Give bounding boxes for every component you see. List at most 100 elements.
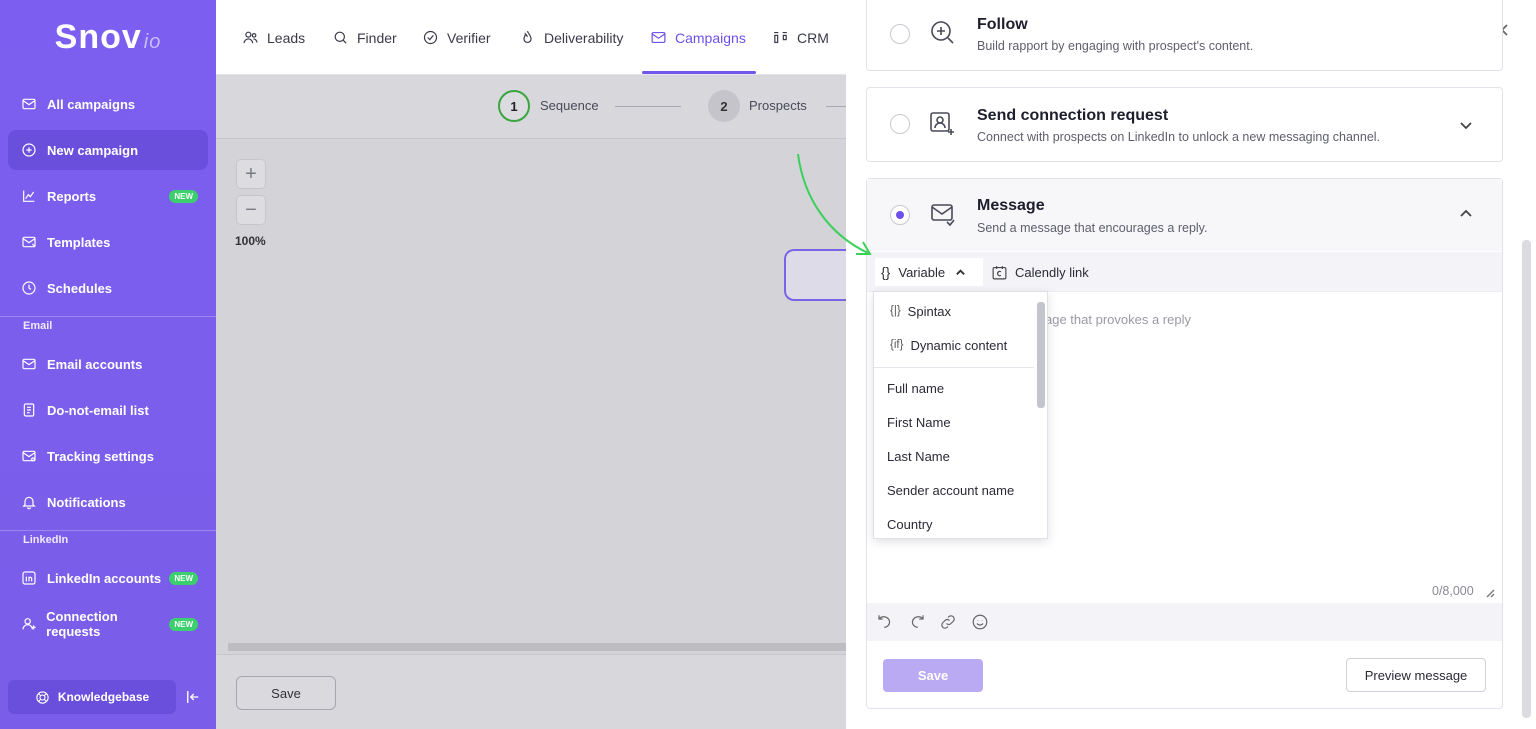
chevron-up-icon[interactable] [1459, 207, 1473, 221]
zoom-out-button[interactable]: − [236, 195, 266, 225]
dropdown-item-spintax[interactable]: {|} Spintax [874, 296, 1034, 326]
chevron-down-icon[interactable] [1459, 118, 1473, 132]
sidebar-item-label: Notifications [47, 494, 126, 510]
linkedin-icon [20, 569, 38, 587]
connection-title: Send connection request [977, 107, 1169, 124]
sidebar-item-email-accounts[interactable]: Email accounts [8, 344, 208, 384]
user-plus-icon [20, 615, 37, 633]
app-logo[interactable]: Snov io [0, 0, 216, 75]
preview-message-button[interactable]: Preview message [1346, 658, 1486, 692]
save-step-button[interactable]: Save [883, 659, 983, 692]
redo-icon[interactable] [908, 613, 926, 631]
user-card-plus-icon [928, 110, 956, 138]
nav-campaigns[interactable]: Campaigns [650, 0, 746, 75]
dropdown-scrollbar[interactable] [1037, 302, 1045, 408]
message-input-placeholder[interactable]: age that provokes a reply [1045, 312, 1191, 327]
dropdown-item-country[interactable]: Country [874, 509, 1034, 538]
variable-button[interactable]: {} Variable [875, 258, 983, 286]
dropdown-item-full-name[interactable]: Full name [874, 373, 1034, 403]
template-icon [20, 233, 38, 251]
resize-handle-icon[interactable] [1485, 586, 1495, 598]
list-icon [20, 401, 38, 419]
users-icon [243, 31, 258, 44]
nav-leads[interactable]: Leads [242, 0, 305, 75]
emoji-icon[interactable] [971, 613, 989, 631]
sidebar-item-label: Do-not-email list [47, 402, 149, 418]
knowledgebase-button[interactable]: Knowledgebase [8, 680, 176, 714]
action-card-connection-request[interactable] [866, 87, 1503, 162]
calendar-icon [992, 265, 1007, 279]
horizontal-scrollbar[interactable] [228, 643, 856, 651]
sidebar-item-schedules[interactable]: Schedules [8, 268, 208, 308]
sidebar-item-new-campaign[interactable]: New campaign [8, 130, 208, 170]
follow-title: Follow [977, 16, 1028, 33]
message-radio[interactable] [890, 205, 910, 225]
search-icon [334, 31, 347, 44]
collapse-sidebar-icon[interactable] [184, 688, 202, 706]
sidebar-item-label: Schedules [47, 280, 113, 296]
chevron-up-icon [956, 268, 965, 275]
sidebar-item-label: Connection requests [46, 609, 118, 639]
canvas-save-button[interactable]: Save [236, 676, 336, 710]
annotation-arrow [797, 153, 872, 255]
sidebar-section-linkedin: LinkedIn [23, 534, 69, 546]
calendly-label: Calendly link [1015, 264, 1089, 280]
zoom-in-button[interactable]: + [236, 159, 266, 189]
nav-label: Leads [267, 29, 306, 46]
sidebar-section-email: Email [23, 320, 53, 332]
editor-toolbar: {} Variable Calendly link [867, 252, 1502, 292]
nav-deliverability[interactable]: Deliverability [519, 0, 623, 75]
crm-icon [774, 31, 787, 44]
sidebar-item-linkedin-accounts[interactable]: LinkedIn accounts NEW [8, 558, 208, 598]
sidebar-divider [0, 316, 216, 317]
link-icon[interactable] [939, 613, 957, 631]
panel-scrollbar[interactable] [1522, 240, 1531, 718]
nav-crm[interactable]: CRM [772, 0, 829, 75]
knowledgebase-label: Knowledgebase [57, 690, 150, 704]
plus-circle-icon [20, 141, 38, 159]
sidebar-item-tracking-settings[interactable]: Tracking settings [8, 436, 208, 476]
sidebar-item-reports[interactable]: Reports NEW [8, 176, 208, 216]
sidebar-item-connection-requests[interactable]: Connection requests NEW [8, 604, 208, 644]
sidebar-item-notifications[interactable]: Notifications [8, 482, 208, 522]
nav-label: Deliverability [544, 29, 624, 46]
dropdown-item-sender-account-name[interactable]: Sender account name [874, 475, 1034, 505]
canvas-footer: Save [216, 654, 856, 729]
lifebuoy-icon [36, 690, 49, 704]
mail-icon [651, 31, 666, 44]
dropdown-item-first-name[interactable]: First Name [874, 407, 1034, 437]
calendly-link-button[interactable]: Calendly link [991, 258, 1089, 286]
step-2-label[interactable]: Prospects [749, 98, 807, 113]
nav-label: Finder [357, 29, 397, 46]
follow-radio[interactable] [890, 24, 910, 44]
nav-label: Campaigns [675, 29, 746, 46]
step-1-circle[interactable]: 1 [498, 90, 530, 122]
step-2-circle[interactable]: 2 [708, 90, 740, 122]
new-badge: NEW [169, 189, 198, 203]
variable-dropdown: {|} Spintax {if} Dynamic content Full na… [873, 291, 1048, 539]
new-badge: NEW [169, 617, 198, 631]
campaign-canvas: 1 Sequence 2 Prospects + − 100% Save [216, 75, 864, 729]
step-1-label[interactable]: Sequence [540, 98, 599, 113]
dropdown-item-label: Spintax [907, 303, 952, 319]
nav-verifier[interactable]: Verifier [422, 0, 491, 75]
top-navigation: Leads Finder Verifier Deliverability Cam… [216, 0, 856, 75]
sidebar-item-label: Templates [47, 234, 111, 250]
character-counter: 0/8,000 [1432, 584, 1474, 598]
step-connector [615, 106, 681, 107]
connection-radio[interactable] [890, 114, 910, 134]
sidebar-item-all-campaigns[interactable]: All campaigns [8, 84, 208, 124]
undo-icon[interactable] [876, 613, 894, 631]
sidebar-item-templates[interactable]: Templates [8, 222, 208, 262]
dropdown-item-dynamic-content[interactable]: {if} Dynamic content [874, 330, 1034, 360]
message-title: Message [977, 197, 1045, 214]
bell-icon [20, 493, 38, 511]
sidebar-item-do-not-email-list[interactable]: Do-not-email list [8, 390, 208, 430]
nav-finder[interactable]: Finder [332, 0, 397, 75]
sidebar-item-label: LinkedIn accounts [47, 570, 162, 586]
message-icon [929, 200, 957, 228]
sidebar-item-label: Email accounts [47, 356, 143, 372]
action-card-follow[interactable] [866, 0, 1503, 71]
dropdown-item-last-name[interactable]: Last Name [874, 441, 1034, 471]
editor-bottom-toolbar [867, 603, 1502, 641]
